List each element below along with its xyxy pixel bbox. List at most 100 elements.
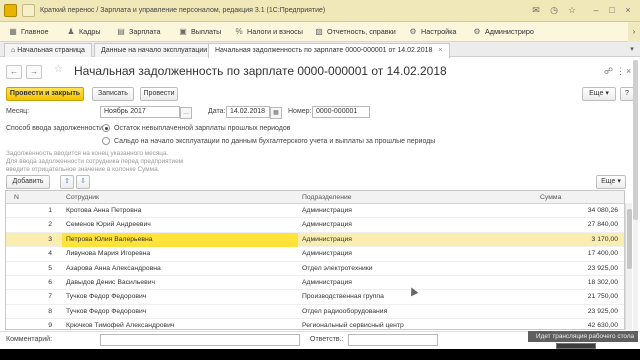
table-row[interactable]: 6 Давыдов Денис Васильевич Администрация… bbox=[6, 276, 624, 291]
amount-cell[interactable]: 42 630,00 bbox=[506, 319, 618, 329]
menu-item-admin[interactable]: ⚙ Администриро bbox=[472, 22, 533, 42]
amount-cell[interactable]: 27 840,00 bbox=[506, 218, 618, 232]
table-row[interactable]: 8 Тучков Федор Федорович Отдел радиообор… bbox=[6, 305, 624, 320]
back-button[interactable]: ← bbox=[6, 65, 22, 79]
menu-item-reports[interactable]: ▧ Отчетность, справки bbox=[314, 22, 396, 42]
title-bar: Краткий перенос / Зарплата и управление … bbox=[0, 0, 640, 22]
calendar-pick-icon[interactable]: … bbox=[180, 107, 192, 119]
column-amount[interactable]: Сумма bbox=[540, 191, 561, 204]
row-number: 7 bbox=[48, 293, 52, 301]
form-scrollbar[interactable] bbox=[633, 60, 638, 340]
close-tab-icon[interactable]: × bbox=[438, 47, 442, 54]
date-field[interactable]: 14.02.2018 ▦ bbox=[226, 106, 282, 119]
link-icon[interactable]: ☍ bbox=[604, 66, 613, 76]
table-row-selected[interactable]: 3 Петрова Юлия Валерьевна Администрация … bbox=[6, 232, 624, 248]
save-button[interactable]: Записать bbox=[92, 87, 134, 101]
post-and-close-button[interactable]: Провести и закрыть bbox=[6, 87, 84, 101]
number-field[interactable]: 0000-000001 bbox=[312, 106, 370, 118]
employee-cell[interactable]: Петрова Юлия Валерьевна bbox=[66, 233, 153, 247]
menu-item-salary[interactable]: ▤ Зарплата bbox=[116, 22, 160, 42]
tabs-list-icon[interactable]: ▾ bbox=[627, 45, 637, 55]
star-icon[interactable]: ☆ bbox=[566, 4, 578, 16]
add-row-button[interactable]: Добавить bbox=[6, 175, 50, 189]
amount-cell[interactable]: 23 925,00 bbox=[506, 262, 618, 276]
method-option-1-radio[interactable] bbox=[102, 124, 110, 132]
department-cell[interactable]: Администрация bbox=[302, 204, 352, 218]
amount-cell[interactable]: 3 170,00 bbox=[506, 233, 618, 247]
tab-initial-data[interactable]: Данные на начало эксплуатации× bbox=[94, 43, 225, 57]
menu-item-settings[interactable]: ⚙ Настройка bbox=[408, 22, 456, 42]
department-cell[interactable]: Отдел радиооборудования bbox=[302, 305, 387, 319]
method-option-2-label[interactable]: Сальдо на начало эксплуатации по данным … bbox=[114, 138, 435, 145]
table-scrollbar[interactable] bbox=[625, 203, 632, 330]
comment-field[interactable] bbox=[100, 334, 300, 346]
more-button[interactable]: Еще ▾ bbox=[582, 87, 616, 101]
table-row[interactable]: 2 Семенов Юрий Андреевич Администрация 2… bbox=[6, 218, 624, 233]
method-option-1-label[interactable]: Остаток невыплаченной зарплаты прошлых п… bbox=[114, 125, 290, 132]
minimize-icon[interactable]: – bbox=[590, 4, 602, 16]
calendar-icon[interactable]: ▦ bbox=[270, 107, 282, 119]
post-button[interactable]: Провести bbox=[140, 87, 178, 101]
amount-cell[interactable]: 23 925,00 bbox=[506, 305, 618, 319]
employee-cell[interactable]: Тучков Федор Федорович bbox=[66, 290, 146, 304]
department-cell[interactable]: Администрация bbox=[302, 247, 352, 261]
method-option-2-radio[interactable] bbox=[102, 137, 110, 145]
tab-home[interactable]: ⌂ Начальная страница bbox=[4, 43, 92, 57]
table-row[interactable]: 9 Крючков Тимофей Александрович Регионал… bbox=[6, 319, 624, 329]
gear-icon: ⚙ bbox=[409, 27, 417, 36]
employee-cell[interactable]: Кротова Анна Петровна bbox=[66, 204, 141, 218]
employee-cell[interactable]: Азарова Анна Александровна bbox=[66, 262, 161, 276]
table-row[interactable]: 5 Азарова Анна Александровна Отдел элект… bbox=[6, 262, 624, 276]
table-row[interactable]: 1 Кротова Анна Петровна Администрация 34… bbox=[6, 204, 624, 219]
form-close-icon[interactable]: × bbox=[626, 66, 631, 76]
form-scroll-thumb[interactable] bbox=[633, 60, 638, 220]
table-row[interactable]: 4 Ливунова Мария Игоревна Администрация … bbox=[6, 247, 624, 262]
app-menu-icon[interactable] bbox=[22, 4, 35, 17]
department-cell[interactable]: Региональный сервисный центр bbox=[302, 319, 404, 329]
arrow-up-icon: ⇧ bbox=[64, 178, 70, 185]
history-icon[interactable]: ◷ bbox=[548, 4, 560, 16]
percent-icon: % bbox=[235, 27, 243, 36]
menu-item-payments[interactable]: ▣ Выплаты bbox=[178, 22, 221, 42]
form-menu-icon[interactable]: ⋮ bbox=[616, 66, 625, 76]
department-cell[interactable]: Отдел электротехники bbox=[302, 262, 373, 276]
department-cell[interactable]: Администрация bbox=[302, 276, 352, 290]
department-cell[interactable]: Производственная группа bbox=[302, 290, 384, 304]
table-scroll-thumb[interactable] bbox=[627, 209, 632, 269]
table-more-button[interactable]: Еще ▾ bbox=[596, 175, 626, 189]
help-button[interactable]: ? bbox=[620, 87, 634, 101]
employee-cell[interactable]: Крючков Тимофей Александрович bbox=[66, 319, 174, 329]
amount-cell[interactable]: 18 302,00 bbox=[506, 276, 618, 290]
employee-cell[interactable]: Ливунова Мария Игоревна bbox=[66, 247, 150, 261]
forward-button[interactable]: → bbox=[26, 65, 42, 79]
move-down-button[interactable]: ⇩ bbox=[76, 175, 90, 189]
responsible-field[interactable] bbox=[348, 334, 438, 346]
employee-cell[interactable]: Давыдов Денис Васильевич bbox=[66, 276, 155, 290]
menu-item-hr[interactable]: ♟ Кадры bbox=[66, 22, 100, 42]
notifications-icon[interactable]: ✉ bbox=[530, 4, 542, 16]
department-cell[interactable]: Администрация bbox=[302, 233, 352, 247]
tab-initial-debt[interactable]: Начальная задолженность по зарплате 0000… bbox=[208, 43, 450, 58]
responsible-label: Ответств.: bbox=[310, 336, 344, 343]
column-n[interactable]: N bbox=[14, 191, 19, 204]
department-cell[interactable]: Администрация bbox=[302, 218, 352, 232]
move-up-button[interactable]: ⇧ bbox=[60, 175, 74, 189]
employee-cell[interactable]: Семенов Юрий Андреевич bbox=[66, 218, 151, 232]
column-department[interactable]: Подразделение bbox=[302, 191, 352, 204]
menu-item-taxes[interactable]: % Налоги и взносы bbox=[234, 22, 302, 42]
maximize-icon[interactable]: □ bbox=[606, 4, 618, 16]
close-icon[interactable]: × bbox=[622, 4, 634, 16]
menu-scroll-right-icon[interactable]: › bbox=[628, 22, 640, 42]
amount-cell[interactable]: 34 080,26 bbox=[506, 204, 618, 218]
table-row[interactable]: 7 Тучков Федор Федорович Производственна… bbox=[6, 290, 624, 305]
method-label: Способ ввода задолженности: bbox=[6, 125, 105, 132]
amount-cell[interactable]: 21 750,00 bbox=[506, 290, 618, 304]
month-label: Месяц: bbox=[6, 108, 30, 115]
grid-icon: ▦ bbox=[9, 27, 17, 36]
menu-item-main[interactable]: ▦ Главное bbox=[8, 22, 48, 42]
employee-cell[interactable]: Тучков Федор Федорович bbox=[66, 305, 146, 319]
column-employee[interactable]: Сотрудник bbox=[66, 191, 99, 204]
favorite-star-icon[interactable]: ☆ bbox=[54, 64, 63, 75]
month-field[interactable]: Ноябрь 2017 … bbox=[100, 106, 192, 119]
amount-cell[interactable]: 17 400,00 bbox=[506, 247, 618, 261]
